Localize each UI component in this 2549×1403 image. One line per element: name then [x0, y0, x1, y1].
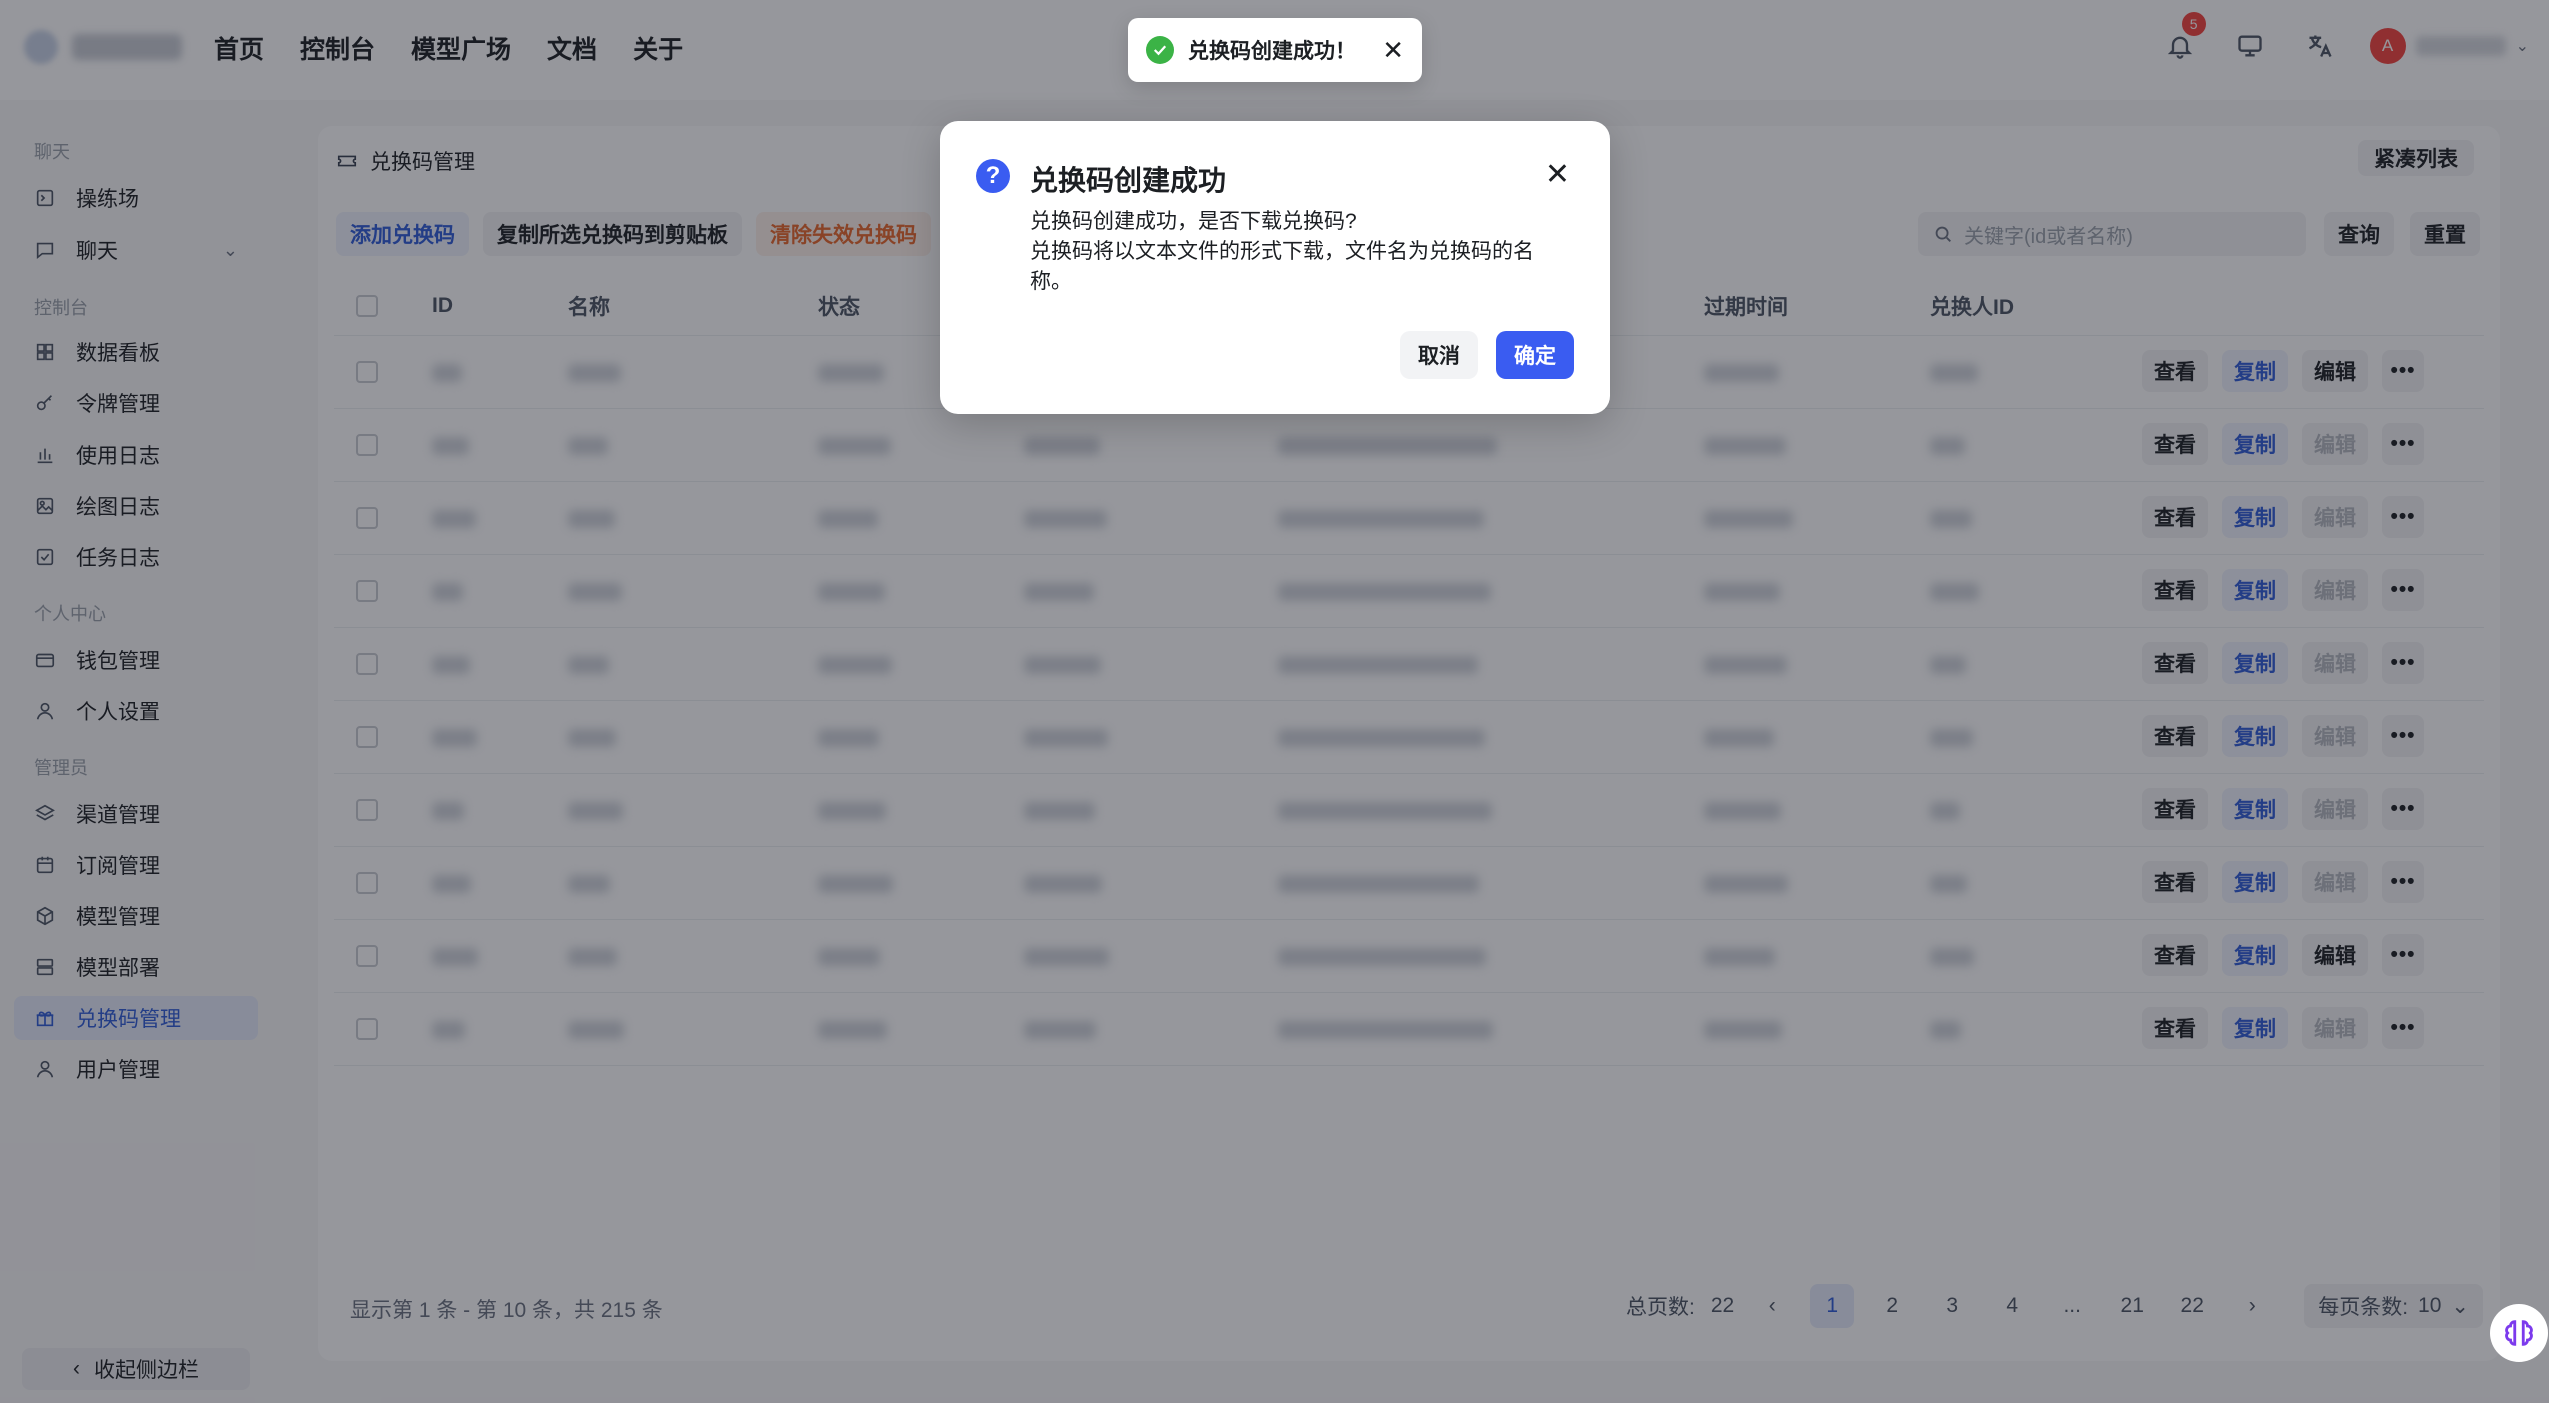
confirm-dialog: ? 兑换码创建成功 ✕ 兑换码创建成功，是否下载兑换码? 兑换码将以文本文件的形… — [940, 121, 1610, 414]
cancel-button[interactable]: 取消 — [1400, 331, 1478, 379]
question-icon: ? — [976, 159, 1010, 193]
dialog-buttons: 取消 确定 — [1400, 331, 1574, 379]
close-icon[interactable]: ✕ — [1382, 35, 1404, 66]
dialog-body: 兑换码创建成功，是否下载兑换码? 兑换码将以文本文件的形式下载，文件名为兑换码的… — [1030, 207, 1550, 297]
dialog-line-2: 兑换码将以文本文件的形式下载，文件名为兑换码的名称。 — [1030, 240, 1534, 293]
brain-icon — [2505, 1320, 2533, 1346]
dialog-line-1: 兑换码创建成功，是否下载兑换码? — [1030, 210, 1357, 233]
confirm-button[interactable]: 确定 — [1496, 331, 1574, 379]
close-icon[interactable]: ✕ — [1545, 157, 1570, 192]
dialog-title: 兑换码创建成功 — [1030, 165, 1227, 196]
check-circle-icon — [1146, 36, 1174, 64]
success-toast: 兑换码创建成功！ ✕ — [1128, 18, 1422, 82]
toast-text: 兑换码创建成功！ — [1188, 40, 1356, 63]
assistant-button[interactable] — [2490, 1304, 2548, 1362]
